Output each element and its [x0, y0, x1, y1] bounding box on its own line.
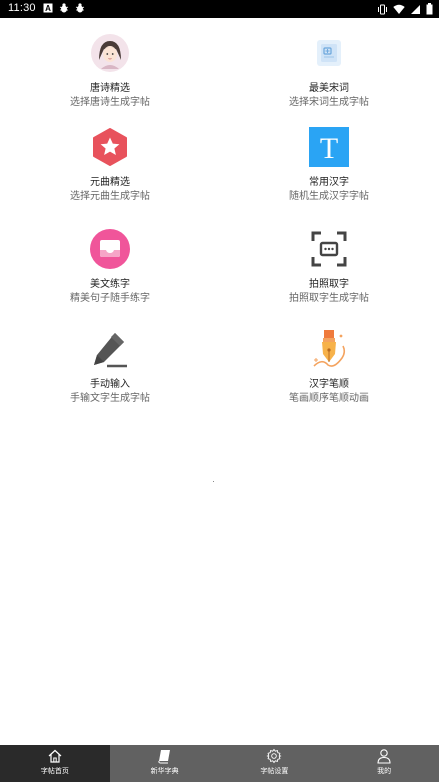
feature-manual-input[interactable]: 手动输入 手输文字生成字帖 [10, 328, 210, 405]
feature-stroke-order[interactable]: 汉字笔顺 笔画顺序笔顺动画 [229, 328, 429, 405]
pen-nib-icon [308, 328, 350, 370]
feature-title: 常用汉字 [309, 177, 349, 188]
nav-profile[interactable]: 我的 [329, 745, 439, 782]
feature-photo-capture[interactable]: 拍照取字 拍照取字生成字帖 [229, 228, 429, 305]
svg-text:T: T [320, 132, 338, 165]
gear-icon [266, 748, 282, 764]
feature-subtitle: 选择唐诗生成字帖 [70, 97, 150, 108]
feature-title: 拍照取字 [309, 279, 349, 290]
a-box-icon: A [43, 3, 53, 13]
signal-icon [410, 4, 421, 15]
feature-tang-poems[interactable]: 唐诗精选 选择唐诗生成字帖 [10, 32, 210, 109]
feature-title: 元曲精选 [90, 177, 130, 188]
nav-label: 我的 [377, 767, 392, 775]
bug-icon [59, 3, 69, 13]
feature-prose-practice[interactable]: 美文练字 精美句子随手练字 [10, 228, 210, 305]
battery-icon [426, 3, 433, 15]
feature-subtitle: 手输文字生成字帖 [70, 393, 150, 404]
book-icon [158, 750, 170, 764]
status-time: 11:30 [8, 2, 36, 14]
nav-label: 新华字典 [150, 767, 179, 775]
svg-text:A: A [45, 4, 51, 13]
feature-title: 手动输入 [90, 379, 130, 390]
letter-t-icon: T [308, 126, 350, 168]
feature-subtitle: 随机生成汉字字帖 [289, 191, 369, 202]
feature-yuan-qu[interactable]: 元曲精选 选择元曲生成字帖 [10, 126, 210, 203]
nav-label: 字帖设置 [260, 767, 289, 775]
feature-subtitle: 拍照取字生成字帖 [289, 293, 369, 304]
status-bar: 11:30 A [0, 0, 439, 18]
girl-avatar-icon [89, 32, 131, 74]
pencil-icon [89, 328, 131, 370]
inbox-icon [89, 228, 131, 270]
home-icon [48, 749, 62, 763]
bug-icon [75, 3, 85, 13]
document-card-icon [308, 32, 350, 74]
nav-settings[interactable]: 字帖设置 [220, 745, 330, 782]
feature-song-ci[interactable]: 最美宋词 选择宋词生成字帖 [229, 32, 429, 109]
bottom-nav: 字帖首页 新华字典 字帖设置 我的 [0, 745, 439, 782]
status-left-icons: A [43, 3, 85, 13]
person-icon [377, 749, 391, 764]
nav-dictionary[interactable]: 新华字典 [110, 745, 220, 782]
feature-title: 最美宋词 [309, 83, 349, 94]
feature-common-chars[interactable]: T 常用汉字 随机生成汉字字帖 [229, 126, 429, 203]
feature-title: 唐诗精选 [90, 83, 130, 94]
feature-subtitle: 选择宋词生成字帖 [289, 97, 369, 108]
status-right-icons [377, 3, 433, 15]
decorative-dot [213, 481, 214, 482]
feature-subtitle: 选择元曲生成字帖 [70, 191, 150, 202]
feature-title: 美文练字 [90, 279, 130, 290]
nav-label: 字帖首页 [40, 767, 69, 775]
scan-frame-icon [308, 228, 350, 270]
nav-home[interactable]: 字帖首页 [0, 745, 110, 782]
feature-title: 汉字笔顺 [309, 379, 349, 390]
wifi-icon [393, 4, 405, 15]
feature-subtitle: 精美句子随手练字 [70, 293, 150, 304]
vibrate-icon [377, 4, 388, 15]
star-hexagon-icon [89, 126, 131, 168]
feature-subtitle: 笔画顺序笔顺动画 [289, 393, 369, 404]
